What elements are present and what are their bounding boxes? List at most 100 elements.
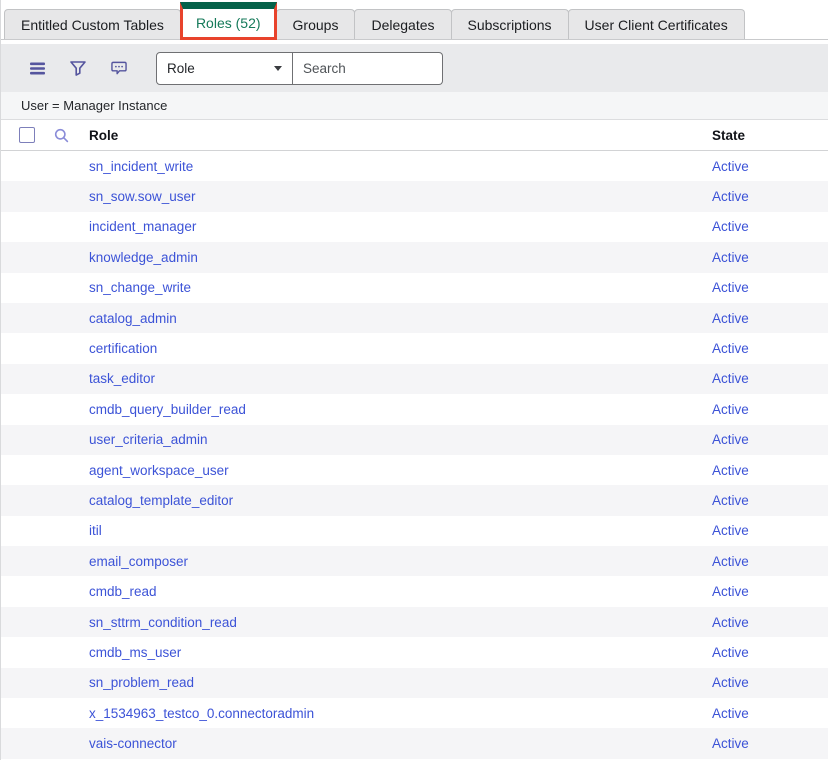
breadcrumb[interactable]: User = Manager Instance (1, 92, 828, 120)
state-cell: Active (712, 645, 828, 660)
state-cell: Active (712, 402, 828, 417)
state-cell: Active (712, 675, 828, 690)
role-cell: sn_incident_write (1, 159, 712, 174)
state-link[interactable]: Active (712, 371, 749, 386)
role-cell: knowledge_admin (1, 250, 712, 265)
table-row: knowledge_admin Active (1, 242, 828, 272)
table-row: user_criteria_admin Active (1, 425, 828, 455)
role-link[interactable]: incident_manager (89, 219, 196, 234)
role-cell: x_1534963_testco_0.connectoradmin (1, 706, 712, 721)
state-cell: Active (712, 311, 828, 326)
state-cell: Active (712, 706, 828, 721)
state-link[interactable]: Active (712, 311, 749, 326)
breadcrumb-text: User = Manager Instance (21, 98, 167, 113)
search-column-value: Role (167, 61, 268, 76)
role-link[interactable]: sn_sow.sow_user (89, 189, 196, 204)
state-link[interactable]: Active (712, 493, 749, 508)
state-link[interactable]: Active (712, 402, 749, 417)
table-row: x_1534963_testco_0.connectoradmin Active (1, 698, 828, 728)
state-cell: Active (712, 371, 828, 386)
role-cell: task_editor (1, 371, 712, 386)
state-link[interactable]: Active (712, 280, 749, 295)
tab-roles-52[interactable]: Roles (52) (180, 2, 277, 40)
state-link[interactable]: Active (712, 189, 749, 204)
role-cell: sn_change_write (1, 280, 712, 295)
search-column-select[interactable]: Role (156, 52, 293, 85)
role-link[interactable]: cmdb_read (89, 584, 157, 599)
role-cell: incident_manager (1, 219, 712, 234)
tab-entitled-custom-tables[interactable]: Entitled Custom Tables (4, 9, 181, 39)
role-cell: sn_sow.sow_user (1, 189, 712, 204)
role-link[interactable]: catalog_template_editor (89, 493, 233, 508)
table-row: sn_sow.sow_user Active (1, 181, 828, 211)
role-link[interactable]: sn_sttrm_condition_read (89, 615, 237, 630)
search-group: Role (156, 52, 443, 85)
state-link[interactable]: Active (712, 584, 749, 599)
role-cell: certification (1, 341, 712, 356)
table-row: incident_manager Active (1, 212, 828, 242)
state-cell: Active (712, 493, 828, 508)
feedback-icon[interactable] (111, 60, 127, 76)
role-cell: itil (1, 523, 712, 538)
role-link[interactable]: catalog_admin (89, 311, 177, 326)
role-link[interactable]: sn_problem_read (89, 675, 194, 690)
tab-user-client-certificates[interactable]: User Client Certificates (568, 9, 745, 39)
tab-bar: Entitled Custom TablesRoles (52)GroupsDe… (1, 0, 828, 40)
role-cell: agent_workspace_user (1, 463, 712, 478)
state-link[interactable]: Active (712, 432, 749, 447)
select-all-checkbox[interactable] (19, 127, 35, 143)
role-link[interactable]: agent_workspace_user (89, 463, 229, 478)
role-cell: user_criteria_admin (1, 432, 712, 447)
state-link[interactable]: Active (712, 615, 749, 630)
state-link[interactable]: Active (712, 645, 749, 660)
column-header-role[interactable]: Role (89, 128, 712, 143)
role-link[interactable]: certification (89, 341, 157, 356)
tab-groups[interactable]: Groups (276, 9, 356, 39)
state-link[interactable]: Active (712, 554, 749, 569)
state-link[interactable]: Active (712, 159, 749, 174)
role-link[interactable]: knowledge_admin (89, 250, 198, 265)
table-row: sn_problem_read Active (1, 668, 828, 698)
menu-icon[interactable] (29, 60, 45, 76)
state-cell: Active (712, 736, 828, 751)
table-row: catalog_admin Active (1, 303, 828, 333)
role-link[interactable]: cmdb_query_builder_read (89, 402, 246, 417)
role-link[interactable]: email_composer (89, 554, 188, 569)
tab-subscriptions[interactable]: Subscriptions (451, 9, 569, 39)
role-link[interactable]: itil (89, 523, 102, 538)
state-link[interactable]: Active (712, 341, 749, 356)
state-link[interactable]: Active (712, 250, 749, 265)
role-link[interactable]: sn_incident_write (89, 159, 193, 174)
role-link[interactable]: sn_change_write (89, 280, 191, 295)
state-cell: Active (712, 554, 828, 569)
list-toolbar: Role (1, 44, 828, 92)
role-link[interactable]: cmdb_ms_user (89, 645, 181, 660)
state-link[interactable]: Active (712, 736, 749, 751)
filter-icon[interactable] (70, 60, 86, 76)
state-link[interactable]: Active (712, 706, 749, 721)
state-link[interactable]: Active (712, 523, 749, 538)
role-link[interactable]: x_1534963_testco_0.connectoradmin (89, 706, 314, 721)
table-body: sn_incident_write Active sn_sow.sow_user… (1, 151, 828, 759)
state-cell: Active (712, 432, 828, 447)
search-input[interactable] (293, 52, 443, 85)
tab-delegates[interactable]: Delegates (354, 9, 451, 39)
state-link[interactable]: Active (712, 675, 749, 690)
state-cell: Active (712, 250, 828, 265)
state-cell: Active (712, 523, 828, 538)
role-cell: cmdb_ms_user (1, 645, 712, 660)
table-row: agent_workspace_user Active (1, 455, 828, 485)
search-icon[interactable] (54, 128, 69, 143)
role-cell: cmdb_query_builder_read (1, 402, 712, 417)
role-link[interactable]: vais-connector (89, 736, 177, 751)
table-row: vais-connector Active (1, 728, 828, 758)
column-header-state[interactable]: State (712, 128, 828, 143)
roles-panel: Entitled Custom TablesRoles (52)GroupsDe… (0, 0, 828, 760)
header-controls (1, 127, 89, 143)
role-link[interactable]: user_criteria_admin (89, 432, 208, 447)
table-row: catalog_template_editor Active (1, 485, 828, 515)
role-link[interactable]: task_editor (89, 371, 155, 386)
table-row: cmdb_ms_user Active (1, 637, 828, 667)
state-link[interactable]: Active (712, 463, 749, 478)
state-link[interactable]: Active (712, 219, 749, 234)
